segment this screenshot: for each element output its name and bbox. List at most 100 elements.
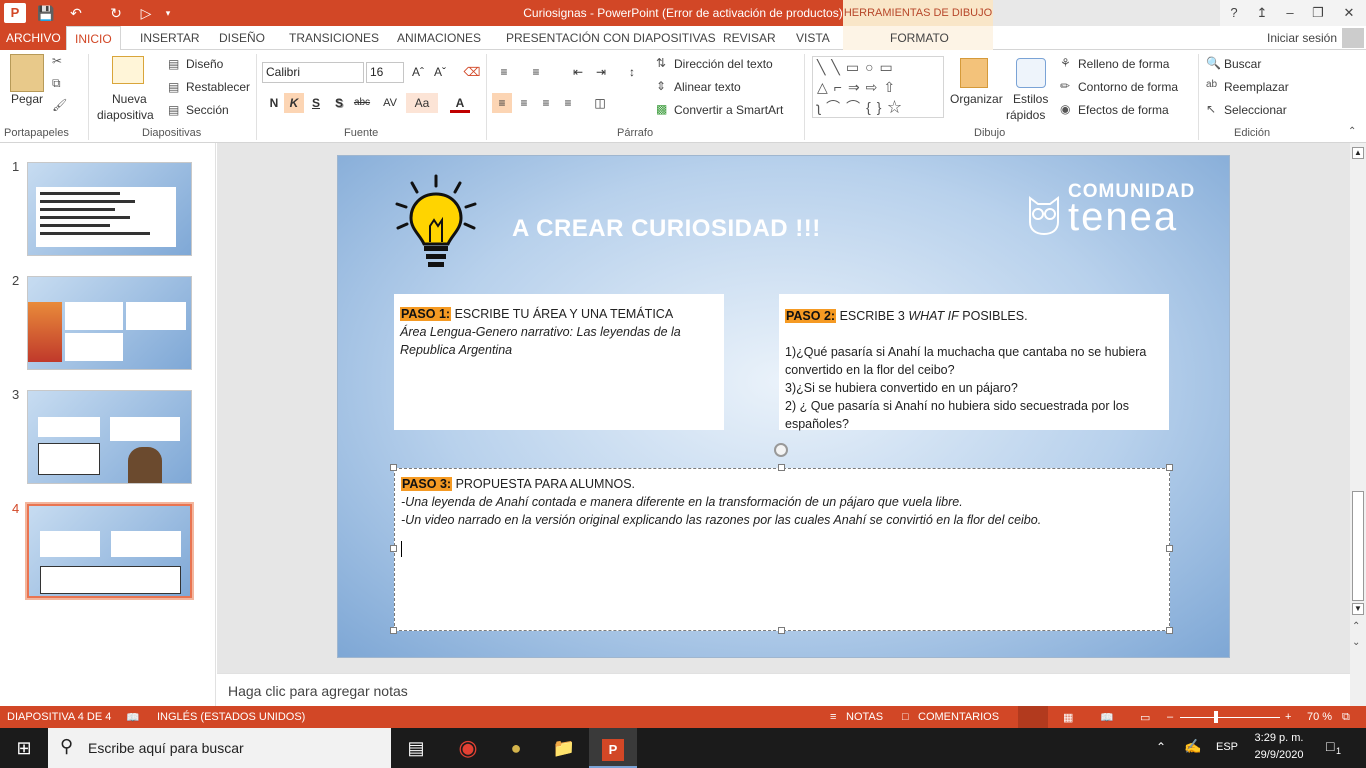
reading-view-icon[interactable]: 📖 — [1100, 711, 1114, 724]
zoom-out-icon[interactable]: – — [1167, 711, 1173, 723]
shape-fill-button[interactable]: Relleno de forma — [1078, 57, 1169, 71]
arrange-icon[interactable] — [960, 58, 988, 88]
italic-button[interactable]: K — [284, 93, 304, 113]
resize-handle[interactable] — [1166, 545, 1173, 552]
quick-styles-label-1[interactable]: Estilos — [1013, 92, 1048, 106]
slide-thumbnail-4[interactable] — [25, 502, 194, 600]
comments-button[interactable]: COMENTARIOS — [918, 711, 999, 723]
select-button[interactable]: Seleccionar — [1224, 103, 1287, 117]
reset-button[interactable]: Restablecer — [186, 80, 250, 94]
notifications-icon[interactable]: □ — [1326, 738, 1334, 754]
scroll-thumb[interactable] — [1352, 491, 1364, 601]
layout-button[interactable]: Diseño — [186, 57, 223, 71]
shape-effects-button[interactable]: Efectos de forma — [1078, 103, 1169, 117]
align-text-button[interactable]: Alinear texto — [674, 80, 741, 94]
resize-handle[interactable] — [778, 464, 785, 471]
copy-icon[interactable]: ⧉ — [52, 76, 61, 91]
decrease-indent-icon[interactable]: ⇤ — [568, 62, 588, 82]
zoom-in-icon[interactable]: + — [1285, 711, 1291, 723]
avatar[interactable] — [1342, 28, 1364, 48]
task-view-icon[interactable]: ▤ — [392, 728, 440, 768]
strikethrough-button[interactable]: abc — [350, 93, 374, 113]
normal-view-icon[interactable] — [1018, 706, 1048, 728]
ribbon-display-options-icon[interactable]: ↥ — [1248, 0, 1276, 26]
paso2-textbox[interactable]: PASO 2: ESCRIBE 3 WHAT IF POSIBLES. 1)¿Q… — [779, 294, 1169, 431]
quick-styles-label-2[interactable]: rápidos — [1006, 108, 1045, 122]
show-hidden-icons-icon[interactable]: ⌃ — [1156, 740, 1166, 754]
collapse-ribbon-icon[interactable]: ⌃ — [1348, 126, 1356, 137]
spellcheck-icon[interactable]: 📖 — [126, 711, 140, 724]
new-slide-label-2[interactable]: diapositiva — [97, 108, 154, 122]
help-button[interactable]: ? — [1220, 0, 1248, 26]
tab-presentacion[interactable]: PRESENTACIÓN CON DIAPOSITIVAS — [498, 26, 724, 50]
tab-diseno[interactable]: DISEÑO — [211, 26, 273, 50]
taskbar-search-box[interactable]: ⚲ Escribe aquí para buscar — [48, 728, 391, 768]
align-right-icon[interactable]: ≡ — [536, 93, 556, 113]
prev-slide-icon[interactable]: ⌃ — [1352, 621, 1360, 632]
scroll-down-icon[interactable]: ▼ — [1352, 603, 1364, 615]
tab-revisar[interactable]: REVISAR — [715, 26, 784, 50]
language-indicator[interactable]: INGLÉS (ESTADOS UNIDOS) — [157, 711, 305, 723]
tab-archivo[interactable]: ARCHIVO — [0, 26, 67, 50]
align-left-icon[interactable]: ≡ — [492, 93, 512, 113]
resize-handle[interactable] — [390, 545, 397, 552]
fit-slide-icon[interactable]: ⧉ — [1342, 711, 1350, 724]
align-center-icon[interactable]: ≡ — [514, 93, 534, 113]
resize-handle[interactable] — [1166, 627, 1173, 634]
justify-icon[interactable]: ≡ — [558, 93, 578, 113]
vertical-scrollbar[interactable]: ▲ ▼ ⌃ ⌄ — [1350, 143, 1366, 673]
file-explorer-icon[interactable]: 📁 — [540, 728, 588, 768]
input-language[interactable]: ESP — [1216, 741, 1238, 753]
arrange-button[interactable]: Organizar — [950, 92, 1003, 106]
close-button[interactable]: ✕ — [1332, 0, 1366, 26]
paso3-textbox[interactable]: PASO 3: PROPUESTA PARA ALUMNOS. -Una ley… — [394, 468, 1170, 631]
notes-scrollbar[interactable] — [1350, 673, 1366, 706]
scroll-up-icon[interactable]: ▲ — [1352, 147, 1364, 159]
bullets-icon[interactable]: ≡ — [494, 62, 514, 82]
grow-font-icon[interactable]: Aˆ — [408, 62, 428, 82]
format-painter-icon[interactable]: 🖌 — [52, 98, 67, 112]
zoom-slider-thumb[interactable] — [1214, 711, 1218, 723]
tab-formato[interactable]: FORMATO — [882, 26, 957, 50]
convert-smartart-button[interactable]: Convertir a SmartArt — [674, 103, 783, 117]
clear-format-icon[interactable]: ⌫ — [462, 62, 482, 82]
section-button[interactable]: Sección — [186, 103, 229, 117]
cut-icon[interactable]: ✂ — [52, 54, 62, 68]
slide-thumbnail-1[interactable] — [27, 162, 192, 256]
underline-button[interactable]: S — [306, 93, 326, 113]
app-icon[interactable]: ● — [492, 728, 540, 768]
resize-handle[interactable] — [390, 464, 397, 471]
rotate-handle-icon[interactable] — [774, 443, 788, 457]
restore-button[interactable]: ❐ — [1304, 0, 1332, 26]
clock-date[interactable]: 29/9/2020 — [1250, 749, 1308, 761]
columns-icon[interactable]: ◫ — [590, 93, 610, 113]
resize-handle[interactable] — [390, 627, 397, 634]
next-slide-icon[interactable]: ⌄ — [1352, 637, 1360, 648]
slide-title[interactable]: A CREAR CURIOSIDAD !!! — [512, 215, 821, 243]
increase-indent-icon[interactable]: ⇥ — [591, 62, 611, 82]
text-direction-button[interactable]: Dirección del texto — [674, 57, 773, 71]
pen-icon[interactable]: ✍ — [1184, 738, 1201, 755]
shrink-font-icon[interactable]: Aˇ — [430, 62, 450, 82]
sign-in-link[interactable]: Iniciar sesión — [1259, 26, 1345, 50]
new-slide-icon[interactable] — [112, 56, 144, 84]
resize-handle[interactable] — [1166, 464, 1173, 471]
numbering-icon[interactable]: ≡ — [526, 62, 546, 82]
replace-button[interactable]: Reemplazar — [1224, 80, 1289, 94]
new-slide-label-1[interactable]: Nueva — [112, 92, 147, 106]
slide-thumbnail-3[interactable] — [27, 390, 192, 484]
paste-icon[interactable] — [10, 54, 44, 92]
tab-insertar[interactable]: INSERTAR — [132, 26, 208, 50]
find-button[interactable]: Buscar — [1224, 57, 1261, 71]
zoom-level[interactable]: 70 % — [1307, 711, 1332, 723]
tab-animaciones[interactable]: ANIMACIONES — [389, 26, 489, 50]
font-name-combo[interactable]: Calibri — [262, 62, 364, 83]
shapes-gallery[interactable]: ╲╲▭○▭ △⌐⇒⇨⇧ ʅ⌒⌒{}☆ — [812, 56, 944, 118]
powerpoint-taskbar-icon[interactable]: P — [589, 728, 637, 768]
paso1-textbox[interactable]: PASO 1: ESCRIBE TU ÁREA Y UNA TEMÁTICA Á… — [394, 294, 724, 430]
quick-styles-icon[interactable] — [1016, 58, 1046, 88]
shadow-button[interactable]: S — [329, 93, 349, 113]
line-spacing-icon[interactable]: ↕ — [622, 62, 642, 82]
minimize-button[interactable]: – — [1276, 0, 1304, 26]
change-case-button[interactable]: Aa — [406, 93, 438, 113]
